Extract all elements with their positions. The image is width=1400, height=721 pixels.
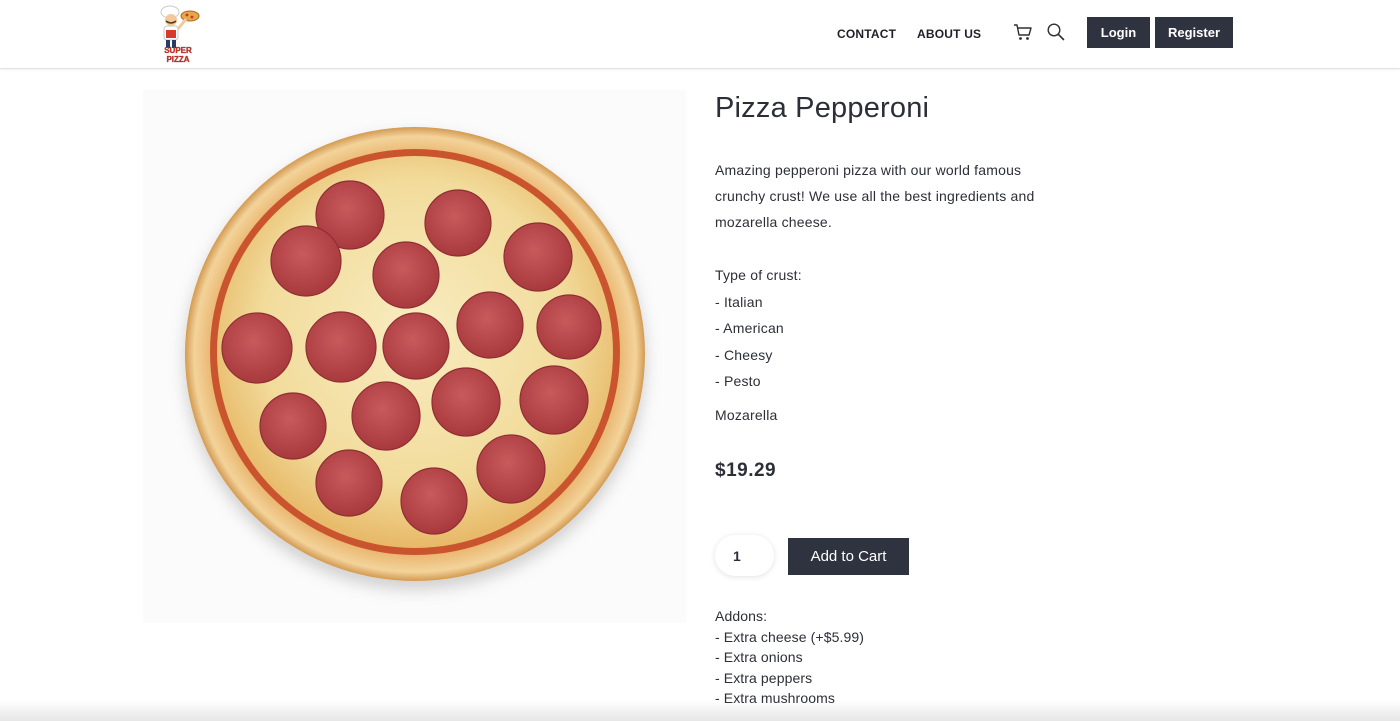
site-header: SUPER PIZZA CONTACT ABOUT US Login Regis… [0, 0, 1400, 69]
addon-item: - Extra cheese (+$5.99) [715, 628, 864, 645]
addon-item: - Extra onions [715, 649, 803, 665]
crust-heading: Type of crust: [715, 267, 802, 283]
addon-item: - Extra mushrooms [715, 690, 835, 706]
nav-contact-link[interactable]: CONTACT [837, 27, 896, 41]
cheese-type: Mozarella [715, 407, 778, 423]
add-to-cart-button[interactable]: Add to Cart [788, 538, 909, 575]
login-button[interactable]: Login [1087, 17, 1150, 48]
crust-option: - Pesto [715, 373, 761, 389]
crust-option: - American [715, 320, 784, 336]
svg-text:SUPER: SUPER [164, 46, 192, 55]
addons-heading: Addons: [715, 608, 768, 624]
quantity-input[interactable] [715, 535, 774, 576]
pepperoni-pizza-image [143, 90, 686, 623]
crust-options: Type of crust: - Italian - American - Ch… [715, 262, 802, 395]
crust-option: - Italian [715, 293, 763, 310]
addon-item: - Extra peppers [715, 669, 813, 686]
super-pizza-logo[interactable]: SUPER PIZZA [155, 3, 201, 65]
register-button[interactable]: Register [1155, 17, 1233, 48]
cart-icon[interactable] [1013, 22, 1033, 42]
product-description: Amazing pepperoni pizza with our world f… [715, 162, 1035, 230]
svg-text:PIZZA: PIZZA [166, 55, 189, 64]
addons-list: Addons: - Extra cheese (+$5.99) - Extra … [715, 606, 864, 709]
product-image [143, 90, 686, 623]
nav-about-link[interactable]: ABOUT US [917, 27, 981, 41]
bottom-scroll-shadow [0, 700, 1400, 721]
search-icon[interactable] [1046, 22, 1066, 42]
crust-option: - Cheesy [715, 346, 773, 363]
product-title: Pizza Pepperoni [715, 92, 930, 124]
product-price: $19.29 [715, 460, 777, 481]
